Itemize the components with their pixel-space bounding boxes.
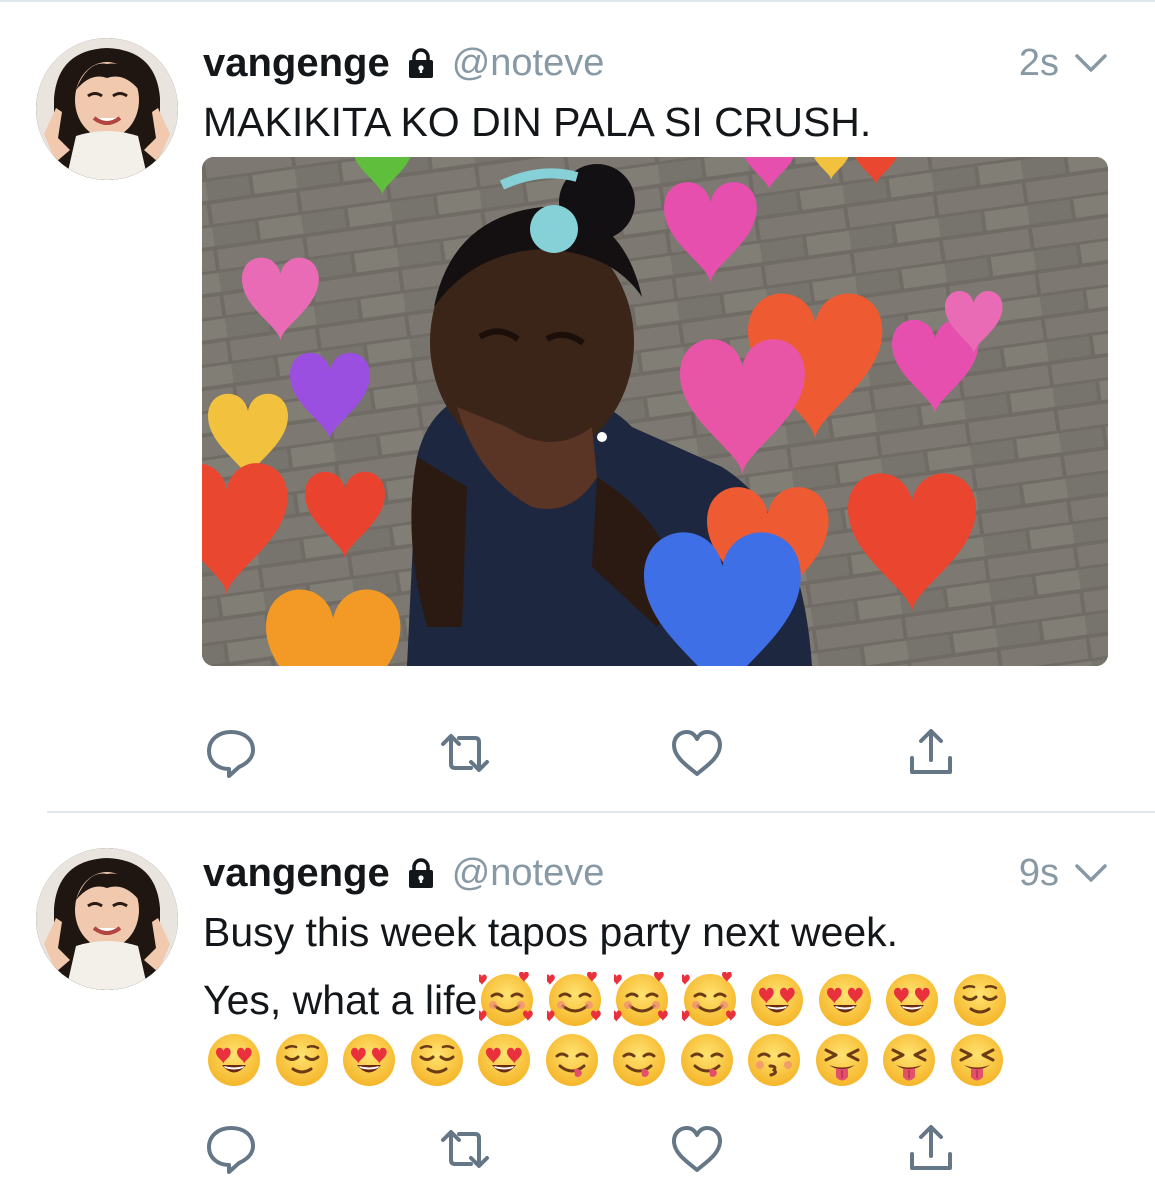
- yum-emoji-icon: [544, 1032, 600, 1088]
- tweet-text-segment: Yes, what a life: [203, 976, 478, 1023]
- reply-icon[interactable]: [203, 1124, 259, 1174]
- smiling-face-with-hearts-emoji-icon: [678, 971, 738, 1028]
- top-divider: [0, 0, 1155, 2]
- share-icon[interactable]: [903, 728, 959, 778]
- heart-eyes-emoji-icon: [206, 1032, 262, 1088]
- kissing-closed-eyes-emoji-icon: [746, 1032, 802, 1088]
- reply-icon[interactable]: [203, 728, 259, 778]
- chevron-down-icon[interactable]: [1072, 856, 1110, 890]
- squinting-tongue-emoji-icon: [949, 1032, 1005, 1088]
- smiling-face-with-hearts-emoji-icon: [476, 971, 535, 1028]
- display-name[interactable]: vangenge: [203, 41, 390, 86]
- smiling-face-with-hearts-emoji-icon: [611, 971, 670, 1028]
- handle[interactable]: @noteve: [452, 852, 605, 895]
- relieved-emoji-icon: [274, 1032, 330, 1088]
- relieved-emoji-icon: [409, 1032, 465, 1088]
- heart-eyes-emoji-icon: [476, 1032, 532, 1088]
- like-icon[interactable]: [669, 728, 725, 778]
- heart-eyes-emoji-icon: [341, 1032, 397, 1088]
- tweet-text-line-2: Yes, what a life: [203, 970, 1019, 1030]
- tweet-text: MAKIKITA KO DIN PALA SI CRUSH.: [203, 99, 872, 145]
- tweet-text-line-3: [206, 1030, 1016, 1090]
- tweet[interactable]: vangenge @noteve 9s Busy this week tapos…: [0, 848, 1155, 1188]
- tweet-actions: [203, 1124, 963, 1174]
- tweet-media-image[interactable]: [202, 157, 1108, 666]
- lock-icon: [404, 46, 438, 80]
- tweet-header: vangenge @noteve: [203, 848, 604, 898]
- retweet-icon[interactable]: [437, 728, 493, 778]
- emoji-group: [476, 971, 1019, 1028]
- tweet-actions: [203, 728, 963, 778]
- squinting-tongue-emoji-icon: [881, 1032, 937, 1088]
- squinting-tongue-emoji-icon: [814, 1032, 870, 1088]
- tweet-text-line-1: Busy this week tapos party next week.: [203, 909, 899, 955]
- avatar[interactable]: [36, 38, 178, 180]
- relieved-emoji-icon: [952, 972, 1008, 1028]
- yum-emoji-icon: [679, 1032, 735, 1088]
- handle[interactable]: @noteve: [452, 42, 605, 85]
- tweet-divider: [47, 811, 1155, 813]
- yum-emoji-icon: [611, 1032, 667, 1088]
- display-name[interactable]: vangenge: [203, 851, 390, 896]
- retweet-icon[interactable]: [437, 1124, 493, 1174]
- tweet[interactable]: vangenge @noteve 2s MAKIKITA KO DIN PALA…: [0, 38, 1155, 778]
- timestamp[interactable]: 2s: [1019, 38, 1059, 88]
- lock-icon: [404, 856, 438, 890]
- emoji-group: [206, 1032, 1016, 1088]
- heart-eyes-emoji-icon: [817, 972, 873, 1028]
- share-icon[interactable]: [903, 1124, 959, 1174]
- heart-eyes-emoji-icon: [884, 972, 940, 1028]
- like-icon[interactable]: [669, 1124, 725, 1174]
- timestamp[interactable]: 9s: [1019, 848, 1059, 898]
- chevron-down-icon[interactable]: [1072, 46, 1110, 80]
- heart-eyes-emoji-icon: [749, 972, 805, 1028]
- smiling-face-with-hearts-emoji-icon: [543, 971, 603, 1028]
- avatar[interactable]: [36, 848, 178, 990]
- tweet-header: vangenge @noteve: [203, 38, 604, 88]
